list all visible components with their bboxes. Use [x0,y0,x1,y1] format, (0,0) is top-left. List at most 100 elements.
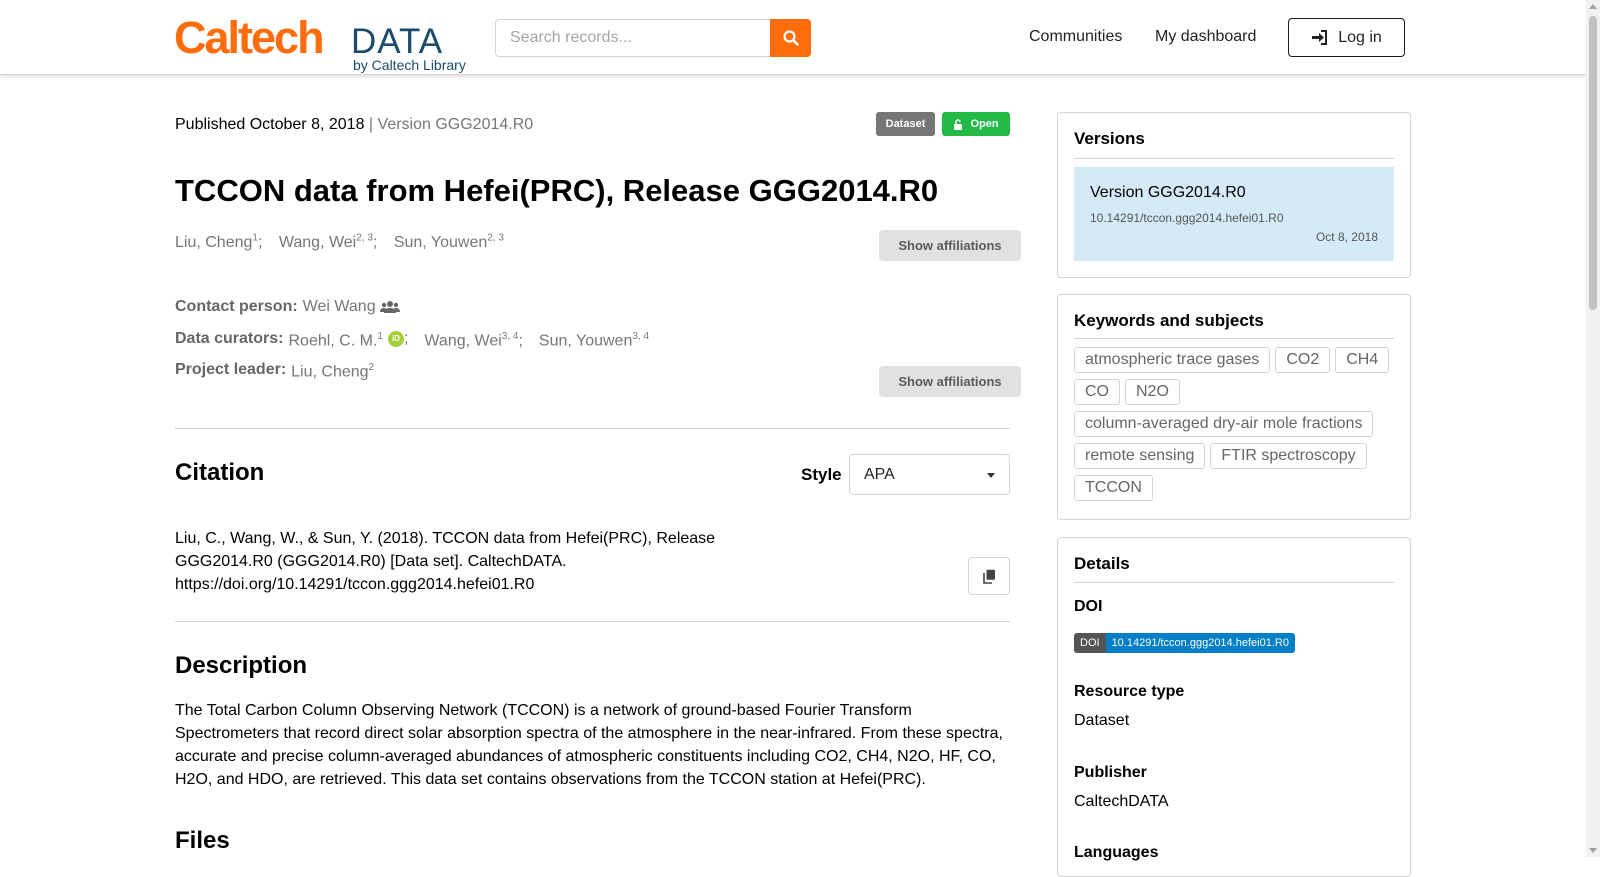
project-leader-item[interactable]: Liu, Cheng2 [291,358,374,382]
search-button[interactable] [770,19,811,57]
version-item-current[interactable]: Version GGG2014.R0 10.14291/tccon.ggg201… [1074,167,1394,261]
scroll-down-arrow[interactable] [1589,848,1597,853]
versions-heading: Versions [1074,129,1145,148]
files-heading: Files [175,827,230,854]
creator-affiliation-ref: 1 [252,233,258,244]
data-curators-line: Data curators: Roehl, C. M.1 iD; Wang, W… [175,327,649,351]
published-date: Published October 8, 2018 [175,116,365,133]
project-leader-affiliation-ref: 2 [368,362,375,373]
keyword-list: atmospheric trace gases CO2 CH4 CO N2O c… [1074,347,1396,501]
publisher-value: CaltechDATA [1074,793,1169,810]
record-title: TCCON data from Hefei(PRC), Release GGG2… [175,173,939,208]
keyword-tag[interactable]: remote sensing [1074,443,1206,469]
version-date: Oct 8, 2018 [1315,230,1378,244]
page-scrollbar[interactable] [1586,0,1600,857]
search-icon [782,30,799,46]
orcid-icon[interactable]: iD [387,331,404,348]
version-label: Version GGG2014.R0 [1090,184,1246,201]
panel-divider [1074,158,1394,159]
contact-person-name[interactable]: Wei Wang [303,297,376,317]
section-divider [175,621,1010,622]
doi-badge-label: DOI [1074,633,1106,653]
creator-affiliation-ref: 2, 3 [356,233,373,244]
doi-badge-value: 10.14291/tccon.ggg2014.hefei01.R0 [1105,633,1295,653]
keyword-tag[interactable]: CO2 [1275,347,1331,373]
project-leader-line: Project leader: Liu, Cheng2 [175,358,374,382]
keyword-tag[interactable]: column-averaged dry-air mole fractions [1074,411,1374,437]
curator-item[interactable]: Roehl, C. M.1 [288,327,382,351]
creator-item[interactable]: Wang, Wei2, 3; [278,233,378,252]
citation-heading: Citation [175,459,265,486]
creator-item[interactable]: Sun, Youwen2, 3 [393,233,504,252]
login-label: Log in [1338,28,1382,46]
project-leader-name: Liu, Cheng [291,363,369,381]
copy-icon [982,569,995,584]
caltechdata-logo[interactable]: Caltech DATA by Caltech Library [174,12,474,74]
contact-person-label: Contact person: [175,298,298,315]
citation-style-dropdown[interactable]: APA [849,454,1010,495]
curator-name: Wang, Wei [424,332,502,350]
logo-data-text: DATA [351,22,444,61]
resource-type-label: Resource type [1074,683,1185,700]
versions-panel: Versions Version GGG2014.R0 10.14291/tcc… [1057,112,1411,278]
resource-type-value: Dataset [1074,712,1130,729]
keyword-tag[interactable]: FTIR spectroscopy [1210,443,1367,469]
unlock-icon [954,118,963,130]
version-text: | Version GGG2014.R0 [368,116,534,133]
login-button[interactable]: Log in [1288,18,1405,57]
data-curators-label: Data curators: [175,330,284,348]
version-doi: 10.14291/tccon.ggg2014.hefei01.R0 [1090,211,1284,225]
curator-name: Sun, Youwen [538,332,633,350]
caret-down-icon [987,473,995,478]
access-badge-label: Open [970,118,999,130]
curator-item[interactable]: Sun, Youwen3, 4 [539,327,649,351]
show-creator-affiliations-button[interactable]: Show affiliations [879,230,1021,261]
search-input[interactable] [495,19,771,57]
description-heading: Description [175,652,308,679]
project-leader-label: Project leader: [175,361,287,379]
citation-style-value: APA [864,465,895,483]
keyword-tag[interactable]: TCCON [1074,475,1153,501]
curator-affiliation-ref: 1 [377,331,383,342]
access-badge: Open [942,112,1010,136]
publication-line: Published October 8, 2018 | Version GGG2… [175,115,533,135]
keyword-tag[interactable]: CO [1074,379,1120,405]
scroll-thumb[interactable] [1589,16,1597,310]
details-heading: Details [1074,554,1130,573]
users-icon [379,301,400,313]
curator-item[interactable]: Wang, Wei3, 4; [424,327,523,351]
publisher-label: Publisher [1074,764,1147,781]
nav-communities[interactable]: Communities [1029,28,1122,46]
section-divider [175,428,1010,429]
sign-in-icon [1312,30,1328,45]
curator-affiliation-ref: 3, 4 [501,331,519,342]
keyword-tag[interactable]: CH4 [1335,347,1390,373]
doi-label: DOI [1074,598,1103,615]
contact-person-line: Contact person: Wei Wang [175,297,400,317]
scroll-up-arrow[interactable] [1589,4,1597,9]
creator-affiliation-ref: 2, 3 [487,233,504,244]
show-contributor-affiliations-button[interactable]: Show affiliations [879,366,1021,397]
logo-byline: by Caltech Library [353,57,466,73]
keyword-tag[interactable]: N2O [1125,379,1180,405]
creator-name: Sun, Youwen [393,234,488,252]
creator-item[interactable]: Liu, Cheng1; [175,233,262,252]
creator-name: Wang, Wei [278,234,357,252]
logo-caltech-text: Caltech [174,12,325,63]
keyword-tag[interactable]: atmospheric trace gases [1074,347,1271,373]
curator-name: Roehl, C. M. [288,332,378,350]
citation-text: Liu, C., Wang, W., & Sun, Y. (2018). TCC… [175,530,716,593]
details-panel: Details DOI DOI 10.14291/tccon.ggg2014.h… [1057,537,1411,877]
site-header: Caltech DATA by Caltech Library Communit… [0,0,1586,75]
creator-name: Liu, Cheng [175,234,253,252]
description-text: The Total Carbon Column Observing Networ… [175,702,1003,788]
languages-label: Languages [1074,844,1159,861]
panel-divider [1074,338,1394,339]
resource-type-badge-label: Dataset [885,118,926,130]
nav-my-dashboard[interactable]: My dashboard [1155,28,1256,46]
doi-badge[interactable]: DOI 10.14291/tccon.ggg2014.hefei01.R0 [1074,633,1295,653]
keywords-heading: Keywords and subjects [1074,311,1264,330]
creators-list: Liu, Cheng1; Wang, Wei2, 3; Sun, Youwen2… [175,228,516,254]
curator-affiliation-ref: 3, 4 [632,331,650,342]
copy-citation-button[interactable] [968,557,1010,595]
